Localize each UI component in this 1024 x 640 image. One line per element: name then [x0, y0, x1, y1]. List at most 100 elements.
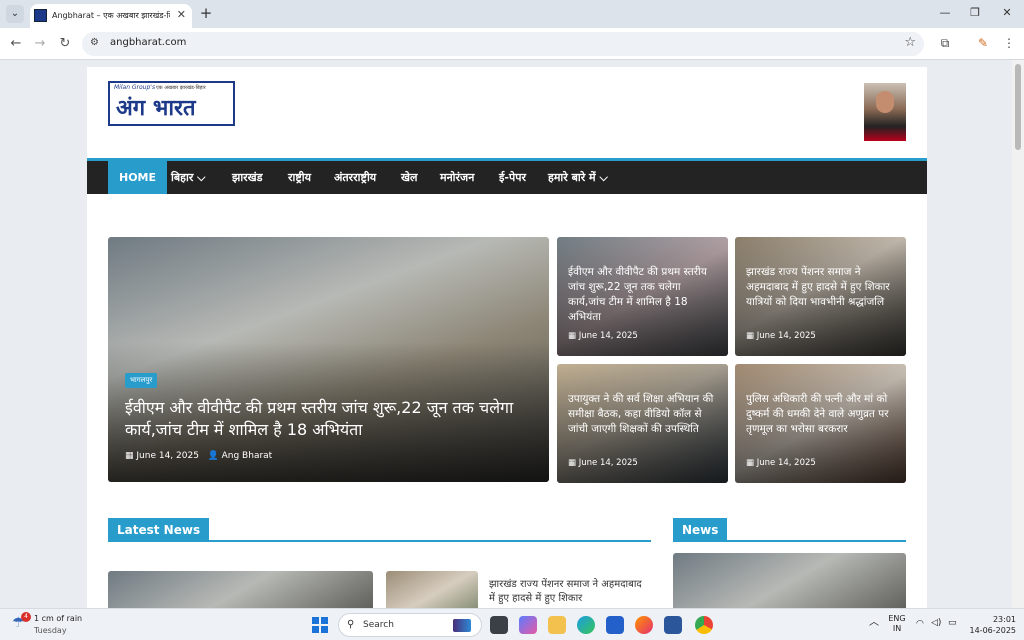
post-date: ▦ June 14, 2025	[746, 458, 816, 468]
site-info-icon[interactable]: ⚙	[90, 37, 99, 48]
browser-tab[interactable]: Angbharat – एक अखबार झारखंड-बि ✕	[30, 4, 192, 28]
weather-day[interactable]: Tuesday	[34, 626, 67, 635]
close-tab-icon[interactable]: ✕	[177, 8, 186, 21]
favicon-icon	[34, 9, 47, 22]
store-icon[interactable]	[606, 616, 624, 634]
featured-card-title[interactable]: पुलिस अधिकारी की पत्नी और मां को दुष्कर्…	[746, 392, 898, 437]
nav-entertainment[interactable]: मनोरंजन	[440, 161, 474, 194]
logo-top-text: Milan Group's	[114, 84, 156, 91]
featured-card[interactable]: उपायुक्त ने की सर्व शिक्षा अभियान की समी…	[557, 364, 728, 483]
tab-strip: ⌄ Angbharat – एक अखबार झारखंड-बि ✕ + — ❐…	[0, 0, 1024, 28]
weather-text[interactable]: 1 cm of rain	[34, 614, 82, 623]
notification-badge: 4	[21, 612, 31, 622]
extension-pen-icon[interactable]: ✎	[975, 36, 991, 50]
featured-card[interactable]: पुलिस अधिकारी की पत्नी और मां को दुष्कर्…	[735, 364, 906, 483]
featured-card[interactable]: ईवीएम और वीवीपैट की प्रथम स्तरीय जांच शु…	[557, 237, 728, 356]
nav-home[interactable]: HOME	[108, 161, 168, 194]
nav-international[interactable]: अंतरराष्ट्रीय	[334, 161, 376, 194]
battery-icon[interactable]: ▭	[948, 618, 957, 628]
nav-jharkhand[interactable]: झारखंड	[232, 161, 263, 194]
header-ad-image[interactable]	[864, 83, 906, 141]
address-bar[interactable]: ⚙ angbharat.com ☆	[82, 32, 924, 56]
tab-search-button[interactable]: ⌄	[6, 5, 24, 23]
calendar-icon: ▦	[125, 451, 134, 461]
back-icon[interactable]: ←	[8, 36, 24, 51]
search-placeholder: Search	[363, 620, 394, 630]
windows-logo-pane	[321, 626, 328, 633]
web-viewport: Milan Group's एक अखबार झारखंड-बिहार अंग …	[0, 60, 1012, 608]
search-icon: ⚲	[347, 619, 355, 630]
section-divider	[673, 540, 906, 542]
nav-epaper[interactable]: ई-पेपर	[499, 161, 526, 194]
firefox-icon[interactable]	[635, 616, 653, 634]
calendar-icon: ▦	[746, 458, 755, 468]
start-button[interactable]	[312, 617, 328, 633]
main-navigation: HOME बिहार ⌵ झारखंड राष्ट्रीय अंतरराष्ट्…	[87, 158, 927, 194]
system-clock[interactable]: 23:01 14-06-2025	[966, 614, 1017, 636]
wifi-icon[interactable]: ◠	[916, 619, 924, 629]
latest-news-heading: Latest News	[108, 518, 210, 542]
clock-date: 14-06-2025	[969, 626, 1017, 635]
new-tab-button[interactable]: +	[198, 4, 214, 22]
latest-news-image[interactable]	[108, 571, 373, 608]
tray-chevron-icon[interactable]: ︿	[869, 618, 879, 628]
latest-news-title[interactable]: झारखंड राज्य पेंशनर समाज ने अहमदाबाद में…	[489, 578, 649, 606]
edge-icon[interactable]	[577, 616, 595, 634]
nav-about-us[interactable]: हमारे बारे में ⌵	[548, 161, 608, 194]
file-explorer-icon[interactable]	[548, 616, 566, 634]
page-scrollbar[interactable]	[1012, 60, 1024, 608]
tab-title: Angbharat – एक अखबार झारखंड-बि	[52, 11, 170, 20]
user-icon: 👤	[207, 451, 219, 461]
featured-card-title[interactable]: झारखंड राज्य पेंशनर समाज ने अहमदाबाद में…	[746, 265, 898, 310]
category-badge[interactable]: भागलपुर	[125, 373, 158, 388]
extensions-icon[interactable]: ⧉	[937, 36, 953, 51]
featured-card-title[interactable]: ईवीएम और वीवीपैट की प्रथम स्तरीय जांच शु…	[568, 265, 720, 325]
nav-bihar[interactable]: बिहार ⌵	[171, 161, 206, 194]
taskbar-search[interactable]: ⚲ Search	[338, 613, 482, 637]
featured-main-meta: ▦ June 14, 2025 👤 Ang Bharat	[125, 451, 272, 461]
person-photo	[876, 91, 894, 113]
windows-taskbar: ☂ 4 1 cm of rain Tuesday ⚲ Search ︿ ENG …	[0, 608, 1024, 640]
browser-menu-icon[interactable]: ⋮	[1001, 36, 1017, 50]
volume-icon[interactable]: ◁)	[931, 618, 941, 628]
maximize-button[interactable]: ❐	[968, 6, 982, 19]
post-date: ▦ June 14, 2025	[568, 458, 638, 468]
windows-logo-pane	[321, 617, 328, 624]
copilot-icon[interactable]	[519, 616, 537, 634]
chrome-icon[interactable]	[695, 616, 713, 634]
featured-main-post[interactable]: भागलपुर ईवीएम और वीवीपैट की प्रथम स्तरीय…	[108, 237, 549, 482]
bookmark-star-icon[interactable]: ☆	[904, 35, 916, 50]
nav-sports[interactable]: खेल	[401, 161, 417, 194]
featured-card[interactable]: झारखंड राज्य पेंशनर समाज ने अहमदाबाद में…	[735, 237, 906, 356]
featured-card-title[interactable]: उपायुक्त ने की सर्व शिक्षा अभियान की समी…	[568, 392, 720, 437]
post-date-text[interactable]: June 14, 2025	[757, 331, 816, 341]
language-indicator[interactable]: ENG IN	[886, 614, 908, 634]
featured-main-title[interactable]: ईवीएम और वीवीपैट की प्रथम स्तरीय जांच शु…	[125, 397, 525, 441]
post-date-text[interactable]: June 14, 2025	[757, 458, 816, 468]
calendar-icon: ▦	[746, 331, 755, 341]
close-window-button[interactable]: ✕	[1000, 6, 1014, 19]
latest-news-thumb[interactable]	[386, 571, 478, 608]
post-date: ▦ June 14, 2025	[746, 331, 816, 341]
url-text[interactable]: angbharat.com	[110, 37, 186, 48]
scrollbar-thumb[interactable]	[1015, 64, 1021, 150]
search-highlight-icon	[453, 619, 471, 632]
post-date-text[interactable]: June 14, 2025	[579, 331, 638, 341]
site-page: Milan Group's एक अखबार झारखंड-बिहार अंग …	[87, 67, 927, 608]
forward-icon[interactable]: →	[32, 36, 48, 51]
minimize-button[interactable]: —	[938, 6, 952, 19]
nav-national[interactable]: राष्ट्रीय	[288, 161, 311, 194]
calendar-icon: ▦	[568, 331, 577, 341]
task-view-icon[interactable]	[490, 616, 508, 634]
reload-icon[interactable]: ↻	[57, 36, 73, 51]
clock-time: 23:01	[992, 615, 1016, 624]
post-author[interactable]: Ang Bharat	[222, 451, 273, 461]
site-logo[interactable]: Milan Group's एक अखबार झारखंड-बिहार अंग …	[108, 81, 235, 126]
section-divider	[108, 540, 651, 542]
logo-tagline: एक अखबार झारखंड-बिहार	[156, 85, 206, 91]
post-date-text[interactable]: June 14, 2025	[579, 458, 638, 468]
post-date[interactable]: June 14, 2025	[136, 451, 199, 461]
word-icon[interactable]	[664, 616, 682, 634]
news-image[interactable]	[673, 553, 906, 608]
windows-logo-pane	[312, 626, 319, 633]
